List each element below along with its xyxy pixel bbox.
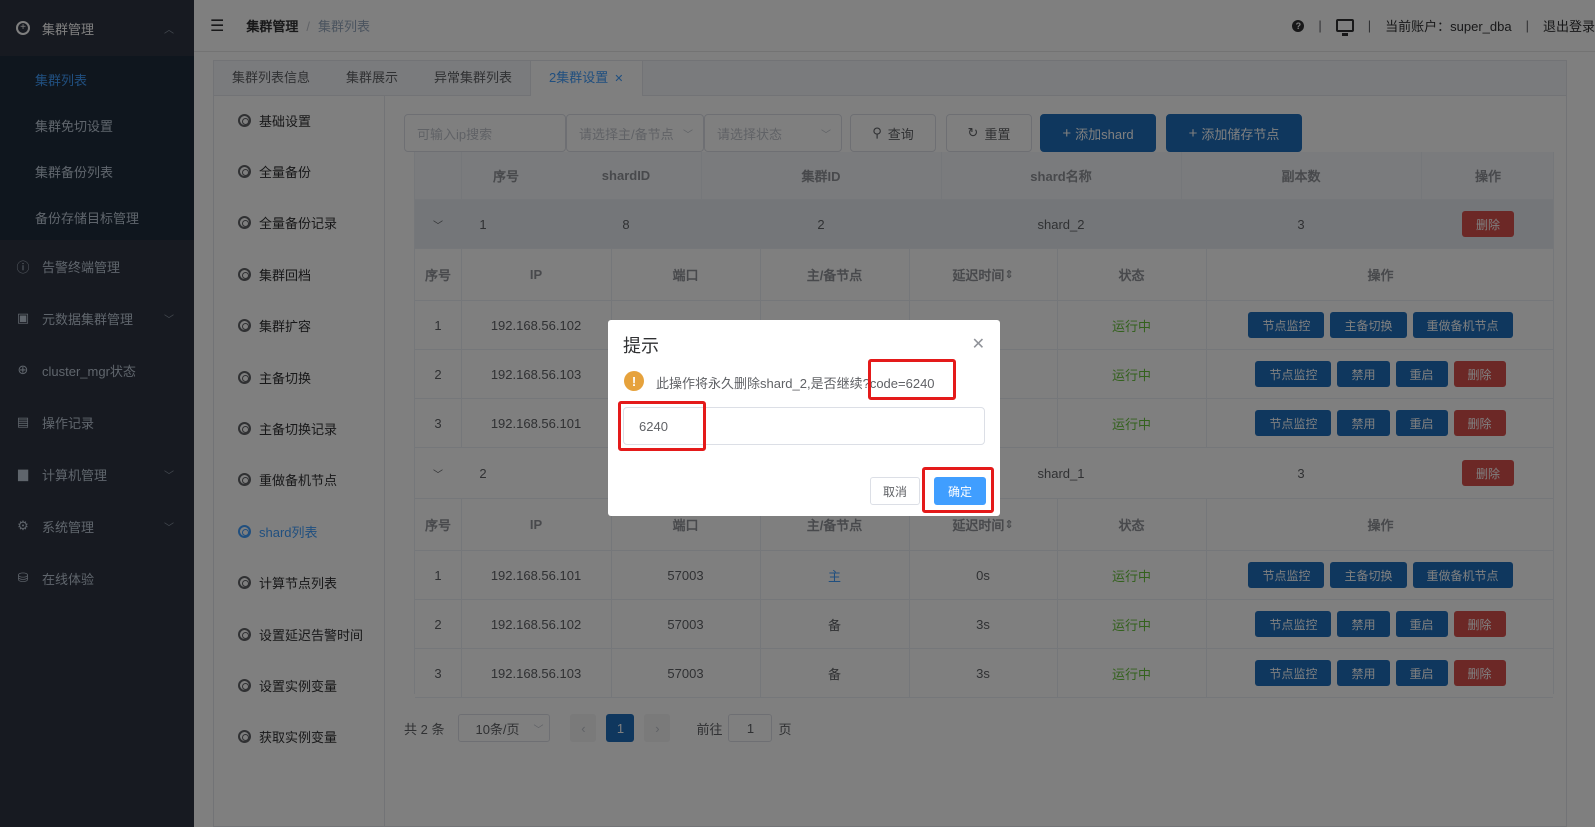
dialog-title: 提示	[623, 336, 659, 356]
confirm-dialog: 提示 ✕ ! 此操作将永久删除shard_2,是否继续?code=6240 62…	[608, 320, 1000, 516]
warning-icon: !	[624, 371, 644, 391]
close-icon[interactable]: ✕	[972, 334, 985, 354]
app: + 集群管理 ︿ 集群列表集群免切设置集群备份列表备份存储目标管理 ⓘ告警终端管…	[0, 0, 1595, 827]
dialog-message: 此操作将永久删除shard_2,是否继续?code=6240	[656, 376, 935, 391]
confirm-code-input[interactable]: 6240	[623, 407, 985, 445]
confirm-button[interactable]: 确定	[934, 477, 986, 505]
cancel-button[interactable]: 取消	[870, 477, 920, 505]
